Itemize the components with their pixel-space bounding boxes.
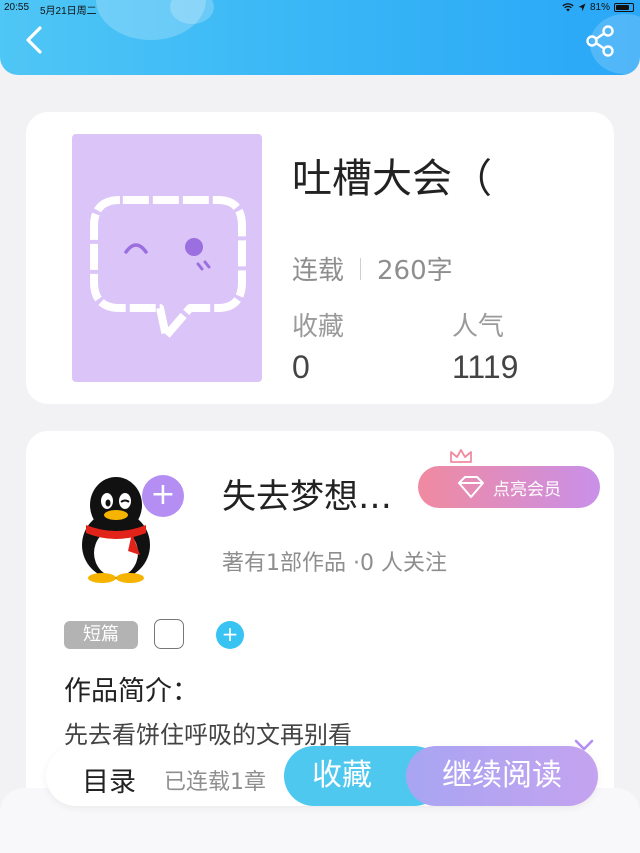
vip-button-label: 点亮会员 xyxy=(493,479,561,500)
intro-title: 作品简介： xyxy=(64,676,199,707)
collect-stat: 收藏 0 xyxy=(292,306,344,386)
chat-bubble-icon xyxy=(90,196,246,340)
status-bar: 20:55 5月21日周二 81% xyxy=(0,0,640,17)
serial-chapters: 已连载1章 xyxy=(164,770,266,795)
word-count: 260字 xyxy=(377,256,453,286)
tag-short[interactable]: 短篇 xyxy=(64,621,138,649)
popularity-value: 1119 xyxy=(452,349,519,385)
battery-icon xyxy=(614,3,634,12)
divider xyxy=(360,257,362,280)
back-button[interactable] xyxy=(20,22,50,58)
serial-status: 连载 xyxy=(292,256,345,286)
diamond-icon xyxy=(458,476,484,498)
battery-percent: 81% xyxy=(589,2,610,13)
battery-fill xyxy=(616,5,629,10)
continue-reading-button[interactable]: 继续阅读 xyxy=(406,746,598,806)
share-button[interactable] xyxy=(584,24,618,58)
toc-button[interactable]: 目录 xyxy=(82,760,136,799)
vip-button[interactable]: 点亮会员 xyxy=(418,449,600,508)
location-icon xyxy=(578,3,586,12)
collect-value: 0 xyxy=(292,349,310,385)
wifi-icon xyxy=(562,3,574,12)
book-cover[interactable] xyxy=(72,134,262,382)
tag-checkbox[interactable] xyxy=(154,619,184,649)
crown-icon xyxy=(450,449,472,463)
share-icon xyxy=(586,25,614,57)
author-name[interactable]: 失去梦想… xyxy=(222,469,392,518)
top-header: 20:55 5月21日周二 81% xyxy=(0,0,640,75)
status-date: 5月21日周二 xyxy=(40,6,97,17)
popularity-stat: 人气 1119 xyxy=(452,306,518,386)
chevron-left-icon xyxy=(26,26,42,54)
add-tag-button[interactable]: + xyxy=(216,621,244,649)
book-info-card: 吐槽大会（ 连载 260字 收藏 0 人气 1119 xyxy=(26,112,614,404)
book-title: 吐槽大会（ xyxy=(292,156,492,202)
plus-icon: + xyxy=(221,622,239,646)
plus-icon: + xyxy=(150,477,176,512)
status-time: 20:55 xyxy=(4,2,30,13)
follow-button[interactable]: + xyxy=(142,475,184,517)
intro-text: 先去看饼住呼吸的文再别看 xyxy=(64,721,352,749)
book-status-line: 连载 260字 xyxy=(292,250,453,287)
popularity-label: 人气 xyxy=(452,312,505,342)
author-meta: 著有1部作品 ·0 人关注 xyxy=(222,551,447,576)
collect-label: 收藏 xyxy=(292,312,345,342)
status-indicators: 81% xyxy=(562,2,634,13)
